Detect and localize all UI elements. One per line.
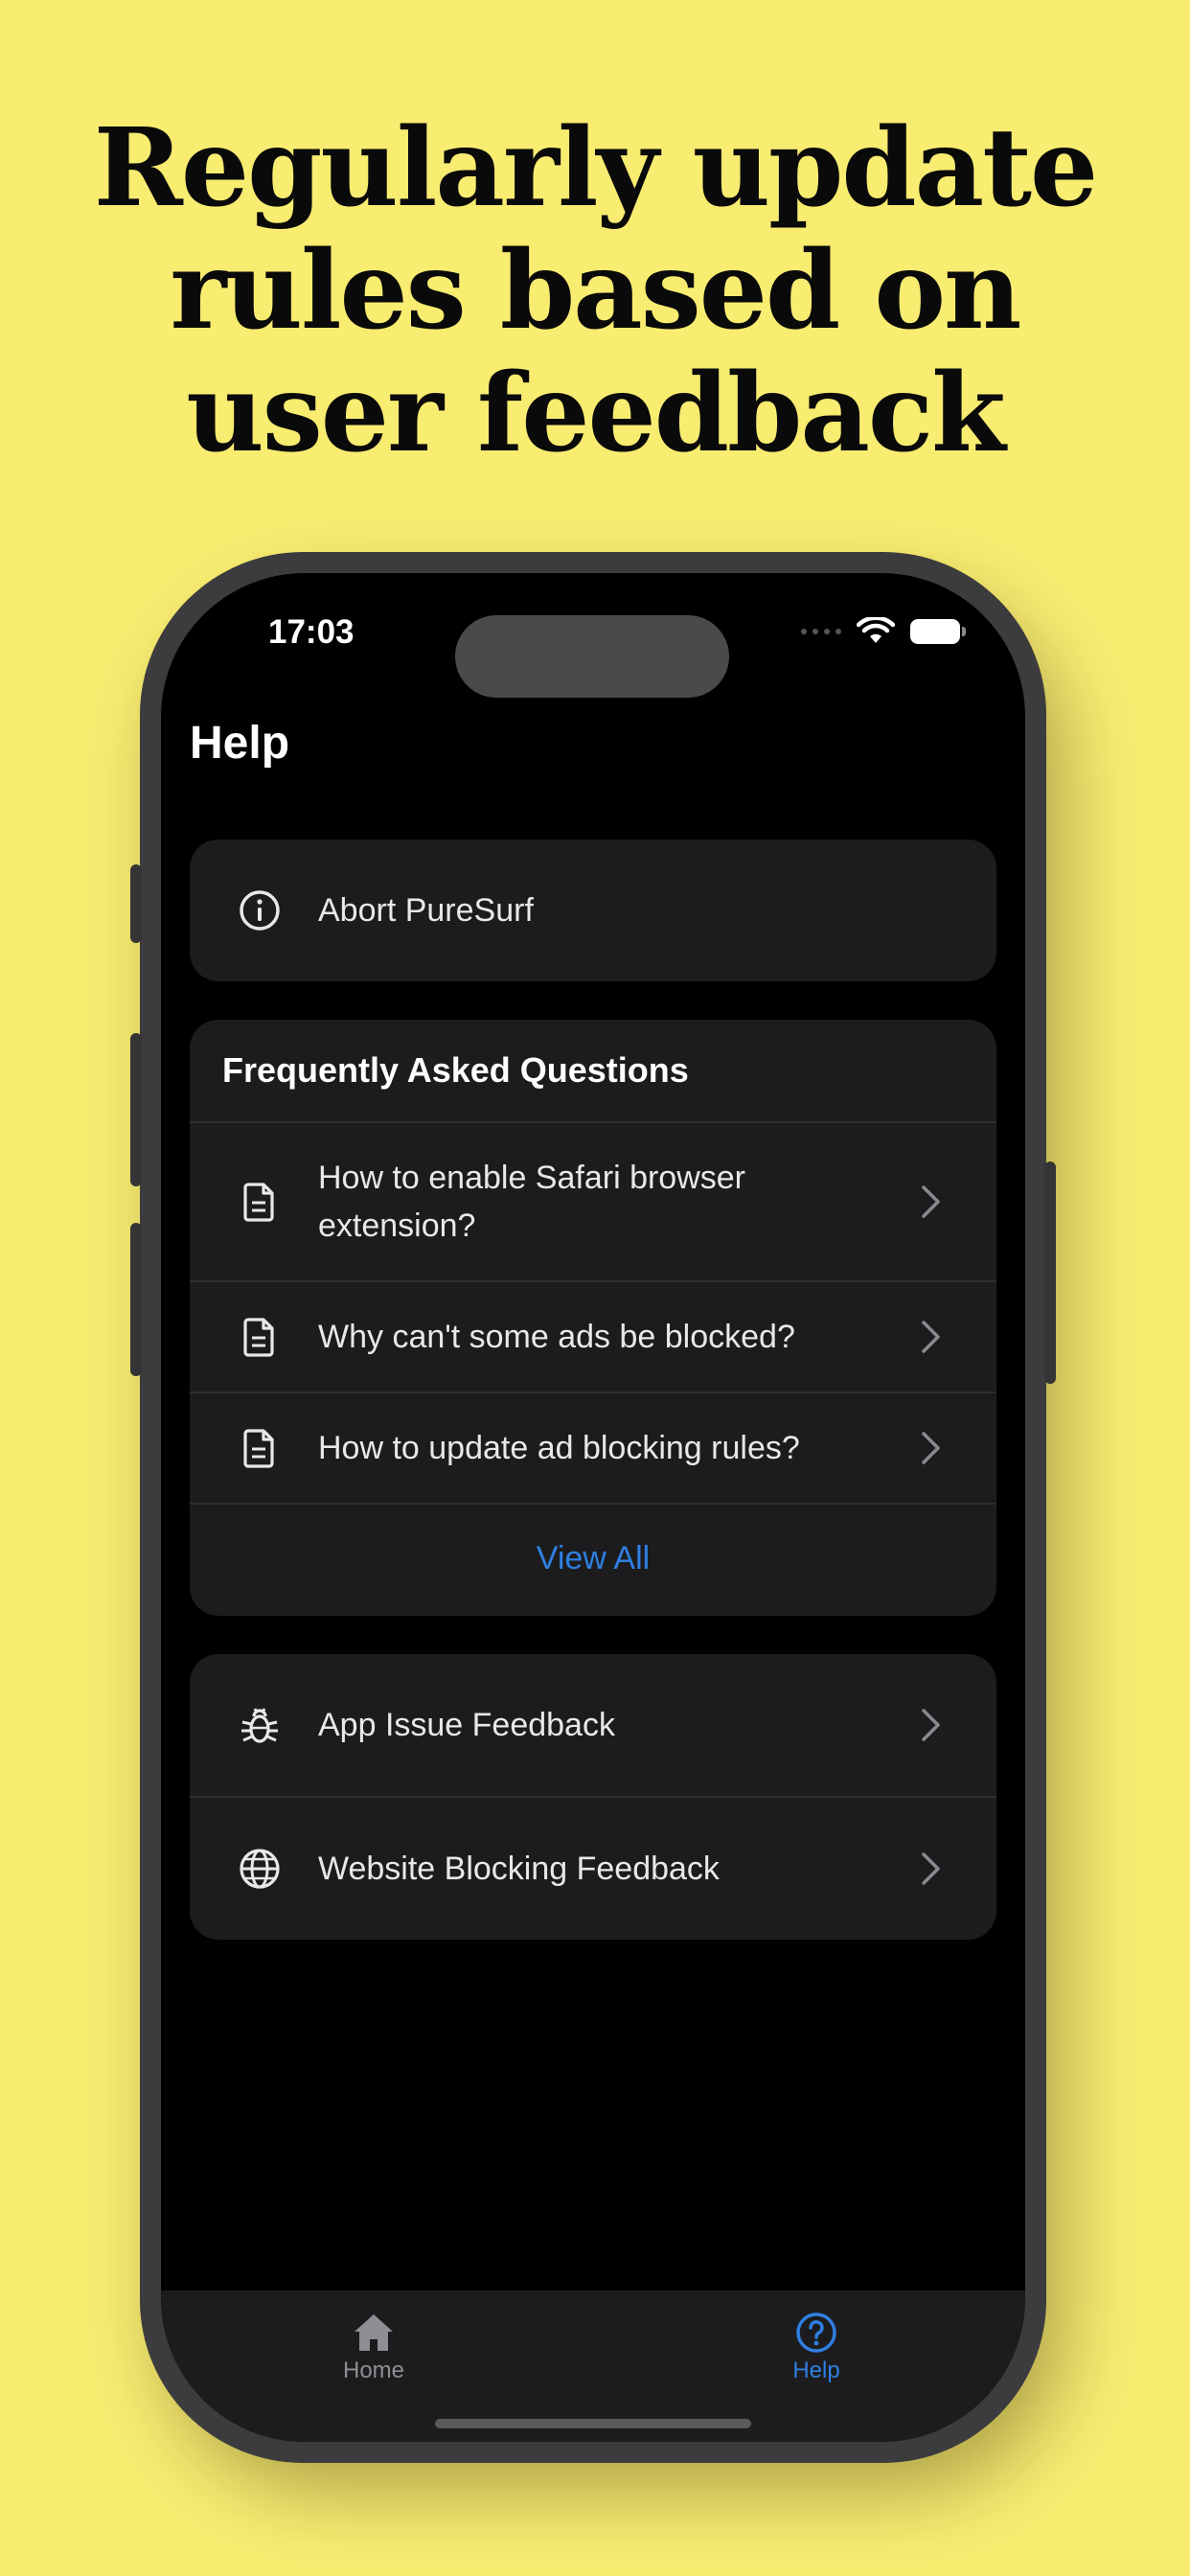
chevron-right-icon [922,1432,940,1464]
chevron-right-icon [922,1709,940,1741]
chevron-right-icon [922,1852,940,1885]
tab-home-label: Home [342,2358,405,2383]
volume-up-button [130,1033,142,1186]
faq-item[interactable]: How to update ad blocking rules? [190,1393,996,1503]
signal-icon [801,629,841,634]
faq-title: Frequently Asked Questions [222,1050,689,1090]
headline-line-3: user feedback [186,351,1005,476]
faq-item[interactable]: How to enable Safari browser extension? [190,1123,996,1280]
headline-line-1: Regularly update [93,105,1098,231]
home-icon [355,2314,393,2351]
app-issue-feedback-row[interactable]: App Issue Feedback [190,1654,996,1796]
document-icon [243,1429,274,1468]
document-icon [243,1318,274,1357]
document-icon [243,1183,274,1222]
action-button [130,864,142,943]
about-row[interactable]: Abort PureSurf [190,840,996,981]
tab-home[interactable]: Home [297,2310,450,2384]
phone-screen: 17:03 Help Abort PureSurf Frequently Ask… [161,573,1025,2442]
faq-item[interactable]: Why can't some ads be blocked? [190,1282,996,1392]
tab-help-label: Help [792,2358,840,2383]
phone-frame: 17:03 Help Abort PureSurf Frequently Ask… [130,552,1056,2463]
battery-icon [910,619,966,644]
headline-line-2: rules based on [170,228,1022,354]
dynamic-island [455,615,729,698]
faq-item-label: How to enable Safari browser extension? [318,1160,746,1244]
feedback-card: App Issue Feedback Website Blocking Feed… [190,1654,996,1940]
view-all-button[interactable]: View All [190,1505,996,1612]
app-issue-feedback-label: App Issue Feedback [318,1707,615,1743]
faq-item-label: Why can't some ads be blocked? [318,1319,795,1355]
headline: Regularly update rules based on user fee… [0,107,1190,475]
about-card: Abort PureSurf [190,840,996,981]
wifi-icon [857,617,895,643]
chevron-right-icon [922,1321,940,1353]
website-blocking-feedback-row[interactable]: Website Blocking Feedback [190,1798,996,1940]
bug-icon [241,1708,278,1743]
chevron-right-icon [922,1185,940,1218]
tab-help[interactable]: Help [740,2310,893,2384]
page-title: Help [190,718,290,769]
home-indicator [435,2419,751,2428]
info-icon [240,890,280,931]
faq-card: Frequently Asked Questions How to enable… [190,1020,996,1616]
power-button [1044,1162,1056,1384]
faq-item-label: How to update ad blocking rules? [318,1430,800,1466]
status-time: 17:03 [268,613,355,651]
volume-down-button [130,1223,142,1376]
globe-icon [240,1849,280,1889]
about-label: Abort PureSurf [318,892,534,929]
status-indicators [801,617,966,646]
website-blocking-feedback-label: Website Blocking Feedback [318,1851,720,1887]
help-icon [796,2312,836,2353]
